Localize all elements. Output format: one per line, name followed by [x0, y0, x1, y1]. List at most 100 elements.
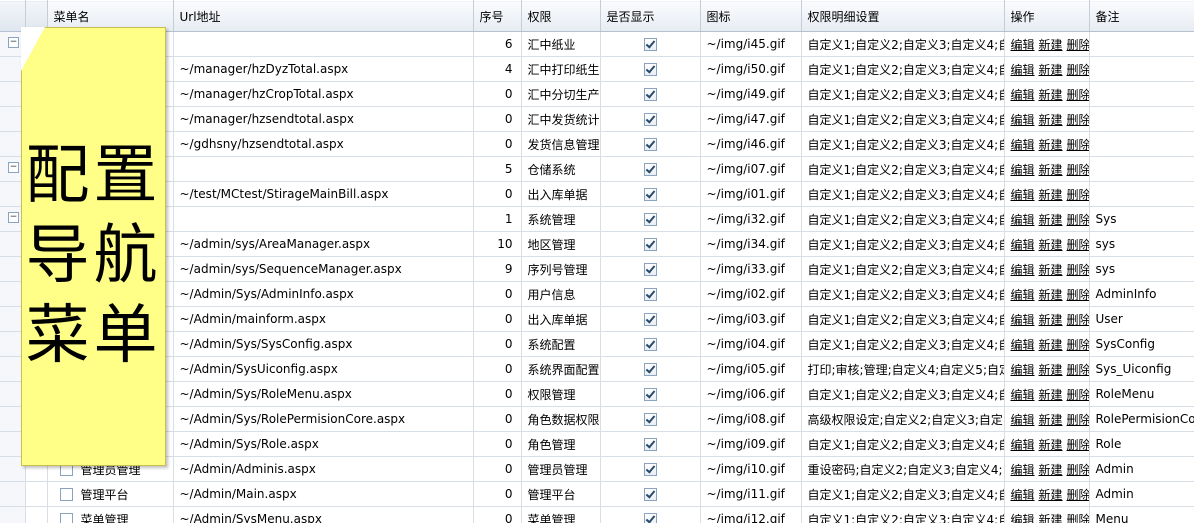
table-row[interactable]: 管理员管理 ~/Admin/Adminis.aspx 0 管理员管理 ~/img/i10…	[0, 456, 1194, 482]
table-row[interactable]: ~/admin/sys/SequenceManager.aspx 9 序列号管理 ~/…	[0, 256, 1194, 282]
table-row[interactable]: ~/Admin/SysUiconfig.aspx 0 系统界面配置 ~/img/i05…	[0, 356, 1194, 382]
new-link[interactable]: 新建	[1039, 213, 1063, 227]
new-link[interactable]: 新建	[1039, 263, 1063, 277]
visible-checkbox[interactable]	[643, 388, 657, 401]
edit-link[interactable]: 编辑	[1011, 363, 1035, 377]
visible-checkbox[interactable]	[643, 263, 657, 276]
edit-link[interactable]: 编辑	[1011, 438, 1035, 452]
table-row[interactable]: 6 汇中纸业 ~/img/i45.gif 自定义1;自定义2;自定义3;自定义4;自编…	[0, 31, 1194, 57]
new-link[interactable]: 新建	[1039, 488, 1063, 502]
edit-link[interactable]: 编辑	[1011, 463, 1035, 477]
new-link[interactable]: 新建	[1039, 188, 1063, 202]
header-remark[interactable]: 备注	[1089, 0, 1194, 32]
delete-link[interactable]: 删除	[1067, 313, 1088, 327]
row-checkbox[interactable]	[59, 487, 73, 501]
new-link[interactable]: 新建	[1039, 438, 1063, 452]
edit-link[interactable]: 编辑	[1011, 263, 1035, 277]
table-row[interactable]: ~/gdhsny/hzsendtotal.aspx 0 发货信息管理 ~/img/i4…	[0, 131, 1194, 157]
header-order[interactable]: 序号	[473, 0, 522, 32]
table-row[interactable]: ~/Admin/Sys/AdminInfo.aspx 0 用户信息 ~/img/i02…	[0, 281, 1194, 307]
header-permission-detail[interactable]: 权限明细设置	[801, 0, 1005, 32]
visible-checkbox[interactable]	[643, 188, 657, 201]
header-visible[interactable]: 是否显示	[600, 0, 701, 32]
table-row[interactable]: ~/Admin/Sys/Role.aspx 0 角色管理 ~/img/i09.gif 自…	[0, 431, 1194, 457]
delete-link[interactable]: 删除	[1067, 213, 1088, 227]
header-permission[interactable]: 权限	[521, 0, 601, 32]
table-row[interactable]: ~/Admin/Sys/RoleMenu.aspx 0 权限管理 ~/img/i06.…	[0, 381, 1194, 407]
visible-checkbox[interactable]	[643, 113, 657, 126]
visible-checkbox[interactable]	[643, 213, 657, 226]
new-link[interactable]: 新建	[1039, 163, 1063, 177]
edit-link[interactable]: 编辑	[1011, 138, 1035, 152]
table-row[interactable]: ~/Admin/Sys/SysConfig.aspx 0 系统配置 ~/img/i04…	[0, 331, 1194, 357]
delete-link[interactable]: 删除	[1067, 288, 1088, 302]
table-row[interactable]: 5 仓储系统 ~/img/i07.gif 自定义1;自定义2;自定义3;自定义4;自编…	[0, 156, 1194, 182]
visible-checkbox[interactable]	[643, 238, 657, 251]
visible-checkbox[interactable]	[643, 463, 657, 476]
delete-link[interactable]: 删除	[1067, 238, 1088, 252]
delete-link[interactable]: 删除	[1067, 88, 1088, 102]
edit-link[interactable]: 编辑	[1011, 238, 1035, 252]
delete-link[interactable]: 删除	[1067, 38, 1088, 52]
edit-link[interactable]: 编辑	[1011, 338, 1035, 352]
edit-link[interactable]: 编辑	[1011, 88, 1035, 102]
visible-checkbox[interactable]	[643, 163, 657, 176]
table-row[interactable]: ~/Admin/Sys/RolePermisionCore.aspx 0 角色数据权…	[0, 406, 1194, 432]
delete-link[interactable]: 删除	[1067, 63, 1088, 77]
edit-link[interactable]: 编辑	[1011, 163, 1035, 177]
delete-link[interactable]: 删除	[1067, 363, 1088, 377]
new-link[interactable]: 新建	[1039, 238, 1063, 252]
table-row[interactable]: ~/admin/sys/AreaManager.aspx 10 地区管理 ~/img/…	[0, 231, 1194, 257]
new-link[interactable]: 新建	[1039, 63, 1063, 77]
table-row[interactable]: ~/test/MCtest/StirageMainBill.aspx 0 出入库单据…	[0, 181, 1194, 207]
visible-checkbox[interactable]	[643, 413, 657, 426]
new-link[interactable]: 新建	[1039, 388, 1063, 402]
new-link[interactable]: 新建	[1039, 313, 1063, 327]
edit-link[interactable]: 编辑	[1011, 388, 1035, 402]
header-actions[interactable]: 操作	[1004, 0, 1090, 32]
visible-checkbox[interactable]	[643, 488, 657, 501]
delete-link[interactable]: 删除	[1067, 513, 1088, 523]
edit-link[interactable]: 编辑	[1011, 213, 1035, 227]
row-checkbox[interactable]	[59, 512, 73, 523]
delete-link[interactable]: 删除	[1067, 388, 1088, 402]
edit-link[interactable]: 编辑	[1011, 113, 1035, 127]
visible-checkbox[interactable]	[643, 438, 657, 451]
delete-link[interactable]: 删除	[1067, 163, 1088, 177]
header-url[interactable]: Url地址	[173, 0, 474, 32]
delete-link[interactable]: 删除	[1067, 188, 1088, 202]
visible-checkbox[interactable]	[643, 288, 657, 301]
edit-link[interactable]: 编辑	[1011, 513, 1035, 523]
visible-checkbox[interactable]	[643, 513, 657, 523]
visible-checkbox[interactable]	[643, 338, 657, 351]
new-link[interactable]: 新建	[1039, 88, 1063, 102]
delete-link[interactable]: 删除	[1067, 488, 1088, 502]
edit-link[interactable]: 编辑	[1011, 488, 1035, 502]
table-row[interactable]: 1 系统管理 ~/img/i32.gif 自定义1;自定义2;自定义3;自定义4;自编…	[0, 206, 1194, 232]
visible-checkbox[interactable]	[643, 88, 657, 101]
tree-collapse-icon[interactable]: −	[8, 162, 19, 173]
table-row[interactable]: ~/manager/hzDyzTotal.aspx4汇中打印纸生产 ~/img/i…	[0, 56, 1194, 82]
tree-collapse-icon[interactable]: −	[8, 37, 19, 48]
visible-checkbox[interactable]	[643, 313, 657, 326]
edit-link[interactable]: 编辑	[1011, 63, 1035, 77]
delete-link[interactable]: 删除	[1067, 438, 1088, 452]
visible-checkbox[interactable]	[643, 138, 657, 151]
delete-link[interactable]: 删除	[1067, 263, 1088, 277]
new-link[interactable]: 新建	[1039, 138, 1063, 152]
delete-link[interactable]: 删除	[1067, 463, 1088, 477]
delete-link[interactable]: 删除	[1067, 113, 1088, 127]
tree-collapse-icon[interactable]: −	[8, 212, 19, 223]
delete-link[interactable]: 删除	[1067, 338, 1088, 352]
edit-link[interactable]: 编辑	[1011, 188, 1035, 202]
visible-checkbox[interactable]	[643, 63, 657, 76]
new-link[interactable]: 新建	[1039, 363, 1063, 377]
table-row[interactable]: 管理平台 ~/Admin/Main.aspx 0 管理平台 ~/img/i11.gif 自…	[0, 481, 1194, 507]
visible-checkbox[interactable]	[643, 363, 657, 376]
new-link[interactable]: 新建	[1039, 463, 1063, 477]
new-link[interactable]: 新建	[1039, 288, 1063, 302]
header-icon[interactable]: 图标	[700, 0, 802, 32]
edit-link[interactable]: 编辑	[1011, 413, 1035, 427]
delete-link[interactable]: 删除	[1067, 413, 1088, 427]
new-link[interactable]: 新建	[1039, 513, 1063, 523]
